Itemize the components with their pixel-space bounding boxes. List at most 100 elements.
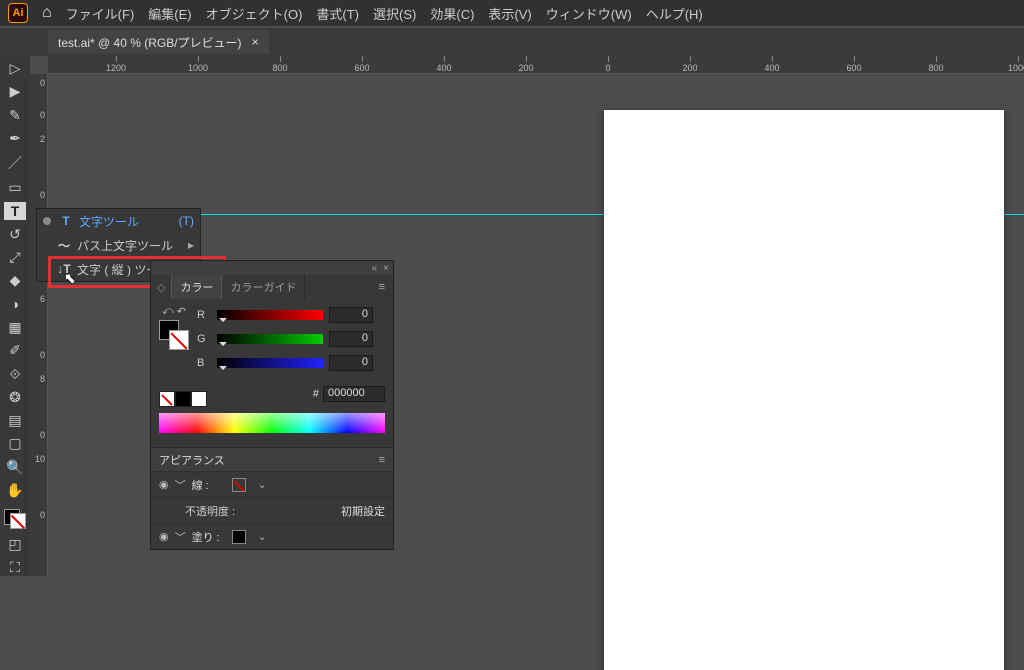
chevron-down-icon[interactable]: ⌄ — [258, 530, 267, 543]
chevron-down-icon[interactable]: ﹀ — [175, 477, 186, 493]
document-tab[interactable]: test.ai* @ 40 % (RGB/プレビュー) × — [48, 30, 269, 54]
selection-tool[interactable]: ▷ — [4, 60, 26, 77]
panel-title-bar[interactable]: « × — [151, 261, 393, 275]
tab-color-guide[interactable]: カラーガイド — [222, 275, 305, 299]
visibility-icon[interactable]: ◉ — [159, 530, 169, 543]
black-swatch[interactable] — [175, 391, 191, 407]
ruler-tick: 0 — [40, 190, 45, 200]
menu-file[interactable]: ファイル(F) — [66, 4, 135, 23]
channel-r-value[interactable]: 0 — [329, 307, 373, 323]
default-fill-stroke-icon[interactable]: ↶ — [177, 305, 186, 318]
flyout-shortcut: (T) — [179, 214, 194, 228]
stroke-swatch[interactable] — [10, 513, 26, 529]
fill-stroke-swatch[interactable] — [4, 509, 26, 529]
vertical-type-icon: ↓T — [57, 262, 71, 276]
close-icon[interactable]: × — [252, 35, 259, 49]
rectangle-tool[interactable]: ▭ — [4, 179, 26, 196]
appearance-header[interactable]: アピアランス ≡ — [151, 447, 393, 471]
document-tab-bar: test.ai* @ 40 % (RGB/プレビュー) × — [0, 28, 1024, 56]
flyout-text-tool[interactable]: T 文字ツール (T) — [37, 209, 200, 233]
channel-b-slider[interactable] — [217, 358, 323, 368]
flyout-path-text-tool[interactable]: 〜 パス上文字ツール ▸ — [37, 233, 200, 257]
ruler-tick: 1000 — [998, 56, 1024, 73]
menu-view[interactable]: 表示(V) — [488, 4, 531, 23]
ruler-tick: 2 — [40, 134, 45, 144]
channel-g-slider[interactable] — [217, 334, 323, 344]
hex-hash: # — [313, 388, 319, 400]
channel-g-value[interactable]: 0 — [329, 331, 373, 347]
ruler-tick: 200 — [506, 56, 546, 73]
ruler-tick: 0 — [40, 78, 45, 88]
channel-b-value[interactable]: 0 — [329, 355, 373, 371]
shape-builder-tool[interactable]: ◆ — [4, 272, 26, 289]
panel-menu-icon[interactable]: ≡ — [371, 281, 393, 293]
ruler-tick: 0 — [40, 510, 45, 520]
eyedropper-tool[interactable]: ✐ — [4, 342, 26, 359]
menu-window[interactable]: ウィンドウ(W) — [546, 4, 632, 23]
color-model-icon[interactable]: ◇ — [151, 281, 171, 294]
menu-bar: Ai ⌂ ファイル(F) 編集(E) オブジェクト(O) 書式(T) 選択(S)… — [0, 0, 1024, 26]
hand-tool[interactable]: ✋ — [4, 482, 26, 499]
ruler-tick: 1000 — [178, 56, 218, 73]
symbol-sprayer-tool[interactable]: ❂ — [4, 389, 26, 406]
artboard[interactable] — [604, 110, 1004, 670]
draw-mode-toggle[interactable]: ◰ — [4, 535, 26, 552]
channel-r-slider[interactable] — [217, 310, 323, 320]
ruler-tick: 0 — [40, 430, 45, 440]
type-tool[interactable]: T — [4, 202, 26, 219]
ruler-tick: 6 — [40, 294, 45, 304]
active-dot-icon — [43, 217, 51, 225]
graph-tool[interactable]: ▤ — [4, 412, 26, 429]
collapse-icon[interactable]: « — [372, 263, 378, 274]
appearance-stroke-row[interactable]: ◉ ﹀ 線 : ⌄ — [151, 471, 393, 497]
stroke-swatch-none[interactable] — [232, 478, 246, 492]
blend-tool[interactable]: ⟐ — [4, 365, 26, 382]
opacity-value[interactable]: 初期設定 — [341, 503, 385, 519]
hex-input[interactable]: 000000 — [323, 386, 385, 402]
chevron-down-icon[interactable]: ⌄ — [258, 478, 267, 491]
ruler-tick: 800 — [260, 56, 300, 73]
white-swatch[interactable] — [191, 391, 207, 407]
ruler-tick: 200 — [670, 56, 710, 73]
menu-effect[interactable]: 効果(C) — [430, 4, 474, 23]
fill-stroke-indicator[interactable] — [159, 320, 189, 350]
pen-tool[interactable]: ✎ — [4, 107, 26, 124]
scale-tool[interactable]: ⤢ — [4, 249, 26, 266]
direct-selection-tool[interactable]: ▶ — [4, 83, 26, 100]
ruler-tick: 8 — [40, 374, 45, 384]
mesh-tool[interactable]: ▦ — [4, 319, 26, 336]
close-panel-icon[interactable]: × — [383, 263, 389, 274]
appearance-fill-row[interactable]: ◉ ﹀ 塗り : ⌄ — [151, 523, 393, 549]
ruler-tick: 600 — [834, 56, 874, 73]
color-spectrum[interactable] — [159, 413, 385, 433]
menu-select[interactable]: 選択(S) — [373, 4, 416, 23]
screen-mode[interactable]: ⛶ — [4, 559, 26, 576]
menu-help[interactable]: ヘルプ(H) — [646, 4, 703, 23]
submenu-arrow-icon: ▸ — [188, 238, 194, 252]
rotate-tool[interactable]: ↺ — [4, 226, 26, 243]
curvature-tool[interactable]: ✒ — [4, 130, 26, 147]
gradient-tool[interactable]: ◑ — [4, 296, 26, 313]
zoom-tool[interactable]: 🔍 — [4, 459, 26, 476]
appearance-title: アピアランス — [159, 452, 225, 468]
visibility-icon[interactable]: ◉ — [159, 478, 169, 491]
line-tool[interactable]: ／ — [4, 153, 26, 173]
app-badge: Ai — [8, 3, 28, 23]
appearance-opacity-row[interactable]: 不透明度 : 初期設定 — [151, 497, 393, 523]
stroke-indicator[interactable] — [169, 330, 189, 350]
fill-swatch-black[interactable] — [232, 530, 246, 544]
vertical-ruler: 0 0 2 0 4 0 6 0 8 0 10 0 — [30, 74, 48, 576]
none-swatch[interactable] — [159, 391, 175, 407]
flyout-label: パス上文字ツール — [77, 237, 173, 254]
chevron-down-icon[interactable]: ﹀ — [175, 529, 186, 545]
swap-fill-stroke-icon[interactable]: ⤺ — [162, 305, 174, 318]
color-panel: « × ◇ カラー カラーガイド ≡ ⤺ ↶ R — [150, 260, 394, 550]
horizontal-ruler: 1200 1000 800 600 400 200 0 200 400 600 … — [48, 56, 1024, 74]
artboard-tool[interactable]: ▢ — [4, 435, 26, 452]
menu-edit[interactable]: 編集(E) — [148, 4, 191, 23]
tab-color[interactable]: カラー — [171, 275, 222, 299]
menu-object[interactable]: オブジェクト(O) — [206, 4, 303, 23]
appearance-menu-icon[interactable]: ≡ — [379, 454, 385, 466]
home-icon[interactable]: ⌂ — [42, 4, 52, 22]
menu-type[interactable]: 書式(T) — [316, 4, 359, 23]
